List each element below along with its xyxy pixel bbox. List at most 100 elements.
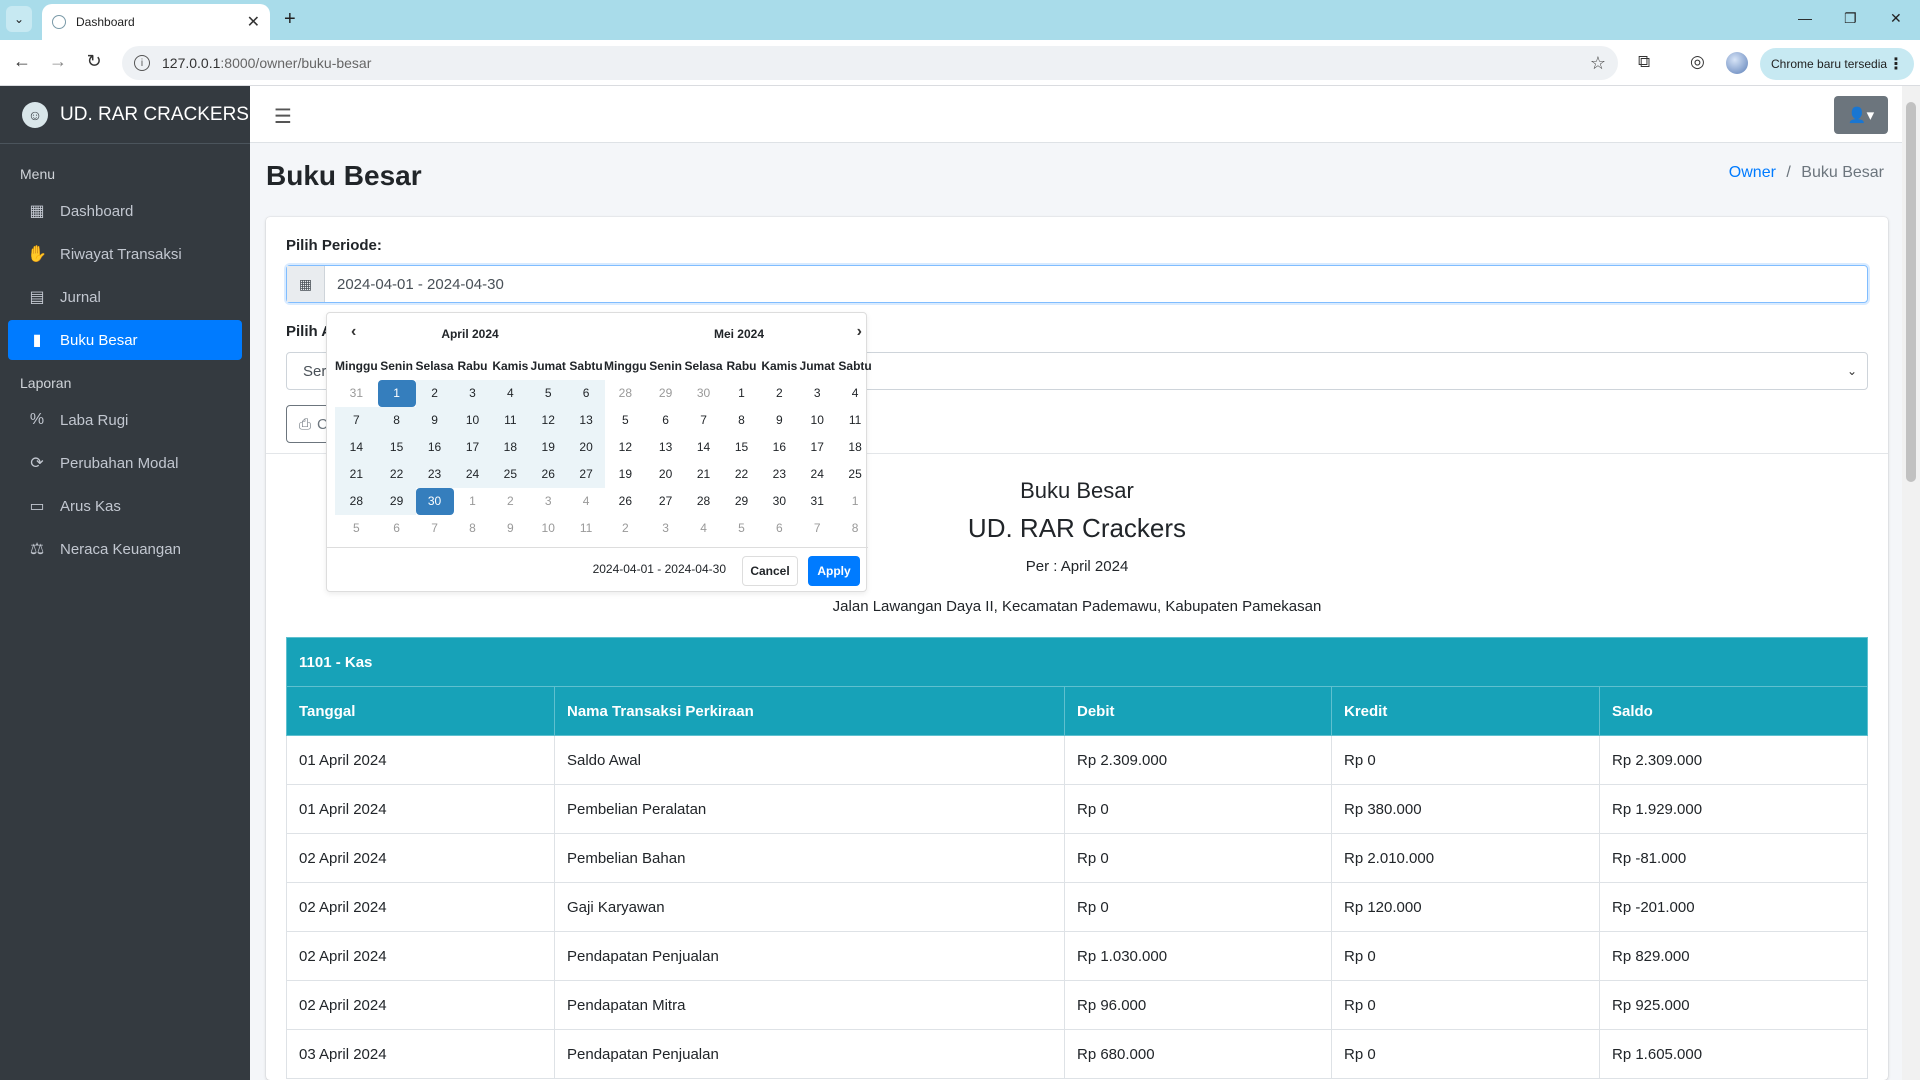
calendar-day[interactable]: 3 [453,380,492,407]
calendar-day[interactable]: 20 [567,434,605,461]
calendar-day[interactable]: 27 [567,461,605,488]
calendar-day[interactable]: 26 [604,488,647,515]
calendar-day[interactable]: 3 [647,515,685,542]
sidebar-item-perubahan-modal[interactable]: ⟳ Perubahan Modal [8,443,242,483]
calendar-day[interactable]: 7 [798,515,836,542]
calendar-day[interactable]: 31 [798,488,836,515]
calendar-day[interactable]: 5 [335,515,378,542]
sidebar-item-laba-rugi[interactable]: % Laba Rugi [8,400,242,440]
calendar-day[interactable]: 22 [377,461,416,488]
sidebar-item-dashboard[interactable]: ▦ Dashboard [8,191,242,231]
calendar-day[interactable]: 28 [335,488,378,515]
reload-icon[interactable]: ↻ [82,51,106,72]
calendar-day[interactable]: 12 [604,434,647,461]
brand-link[interactable]: ☺ UD. RAR CRACKERS [0,86,250,144]
site-info-icon[interactable]: i [134,55,150,71]
calendar-day[interactable]: 18 [491,434,530,461]
new-tab-icon[interactable]: + [284,8,296,31]
calendar-day[interactable]: 28 [685,488,723,515]
address-bar[interactable]: i 127.0.0.1:8000/owner/buku-besar ☆ [122,46,1618,80]
user-menu-button[interactable]: 👤▾ [1834,96,1888,134]
calendar-day[interactable]: 4 [491,380,530,407]
calendar-day[interactable]: 1 [723,380,761,407]
sidebar-item-buku-besar[interactable]: ▮ Buku Besar [8,320,242,360]
calendar-day[interactable]: 10 [798,407,836,434]
calendar-day[interactable]: 4 [567,488,605,515]
bookmark-star-icon[interactable]: ☆ [1590,53,1606,74]
calendar-day[interactable]: 30 [415,488,454,515]
close-window-icon[interactable]: ✕ [1890,10,1902,27]
calendar-day[interactable]: 25 [836,461,874,488]
kebab-menu-icon[interactable]: ⋮ [1888,54,1904,74]
period-input-group[interactable]: ▦ 2024-04-01 - 2024-04-30 [286,265,1868,303]
calendar-day[interactable]: 6 [567,380,605,407]
calendar-day[interactable]: 13 [567,407,605,434]
calendar-day[interactable]: 25 [491,461,530,488]
calendar-day[interactable]: 2 [760,380,798,407]
restore-icon[interactable]: ❐ [1844,10,1857,27]
calendar-day[interactable]: 13 [647,434,685,461]
calendar-day[interactable]: 7 [335,407,378,434]
calendar-day[interactable]: 23 [760,461,798,488]
extensions-icon[interactable]: ⧉ [1638,52,1650,72]
close-tab-icon[interactable]: ✕ [247,12,260,32]
calendar-day[interactable]: 2 [491,488,529,515]
calendar-day[interactable]: 18 [836,434,874,461]
apply-button[interactable]: Apply [808,556,860,586]
calendar-day[interactable]: 8 [723,407,761,434]
breadcrumb-owner-link[interactable]: Owner [1729,164,1776,181]
calendar-day[interactable]: 6 [378,515,416,542]
hamburger-menu-icon[interactable]: ☰ [274,104,292,129]
calendar-day[interactable]: 5 [723,515,761,542]
calendar-day[interactable]: 8 [454,515,492,542]
calendar-day[interactable]: 8 [377,407,416,434]
calendar-day[interactable]: 20 [647,461,685,488]
calendar-day[interactable]: 3 [529,488,567,515]
sidebar-item-neraca-keuangan[interactable]: ⚖ Neraca Keuangan [8,529,242,569]
calendar-day[interactable]: 4 [836,380,874,407]
calendar-day[interactable]: 24 [453,461,492,488]
forward-icon[interactable]: → [46,51,70,72]
sidebar-item-arus-kas[interactable]: ▭ Arus Kas [8,486,242,526]
calendar-day[interactable]: 19 [529,434,568,461]
calendar-day[interactable]: 29 [723,488,761,515]
calendar-day[interactable]: 3 [798,380,836,407]
profile-avatar[interactable] [1726,52,1748,74]
calendar-day[interactable]: 30 [685,380,723,407]
calendar-day[interactable]: 9 [491,515,529,542]
calendar-day[interactable]: 19 [604,461,647,488]
calendar-day[interactable]: 31 [335,380,378,407]
sidebar-item-jurnal[interactable]: ▤ Jurnal [8,277,242,317]
calendar-day[interactable]: 11 [491,407,530,434]
calendar-day[interactable]: 5 [604,407,647,434]
calendar-day[interactable]: 14 [335,434,378,461]
calendar-day[interactable]: 17 [453,434,492,461]
calendar-day[interactable]: 1 [377,380,416,407]
calendar-day[interactable]: 11 [567,515,605,542]
calendar-day[interactable]: 6 [647,407,685,434]
calendar-day[interactable]: 4 [685,515,723,542]
calendar-day[interactable]: 23 [415,461,454,488]
calendar-day[interactable]: 10 [453,407,492,434]
back-icon[interactable]: ← [10,51,34,72]
calendar-day[interactable]: 15 [723,434,761,461]
calendar-day[interactable]: 16 [760,434,798,461]
calendar-day[interactable]: 30 [760,488,798,515]
calendar-day[interactable]: 11 [836,407,874,434]
minimize-icon[interactable]: — [1798,10,1812,26]
calendar-day[interactable]: 8 [836,515,874,542]
calendar-day[interactable]: 24 [798,461,836,488]
calendar-day[interactable]: 2 [415,380,454,407]
sidebar-item-riwayat-transaksi[interactable]: ✋ Riwayat Transaksi [8,234,242,274]
chrome-update-button[interactable]: Chrome baru tersedia ⋮ [1760,48,1914,80]
calendar-day[interactable]: 1 [454,488,492,515]
calendar-day[interactable]: 29 [647,380,685,407]
calendar-day[interactable]: 27 [647,488,685,515]
tab-search-button[interactable]: ⌄ [6,6,32,32]
calendar-day[interactable]: 16 [415,434,454,461]
calendar-day[interactable]: 29 [377,488,416,515]
calendar-day[interactable]: 9 [760,407,798,434]
calendar-day[interactable]: 21 [335,461,378,488]
period-date-input[interactable]: 2024-04-01 - 2024-04-30 [325,266,1867,302]
calendar-day[interactable]: 1 [836,488,874,515]
